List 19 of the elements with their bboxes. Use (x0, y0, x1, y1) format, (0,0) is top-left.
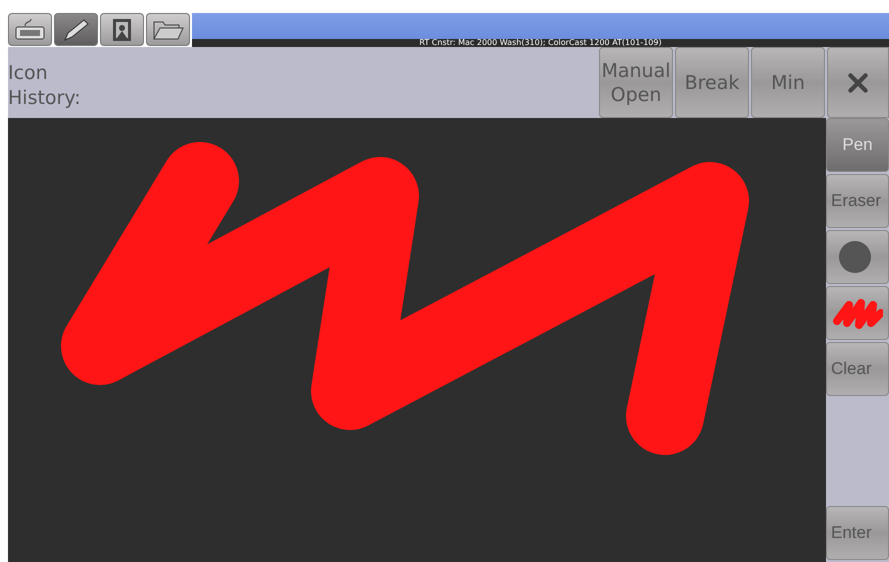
brush-size-button[interactable] (826, 230, 889, 284)
toolbar-tab[interactable] (100, 13, 144, 46)
toolbar-tab[interactable] (8, 13, 52, 46)
close-button[interactable] (827, 47, 889, 118)
drawing-canvas[interactable] (8, 118, 826, 562)
tool-button[interactable]: Eraser (826, 174, 889, 228)
keyboard-icon (13, 18, 47, 42)
tool-button[interactable]: Pen (826, 118, 889, 172)
status-text: RT Cnstr: Mac 2000 Wash(310); ColorCast 1200 AT(101-109) (419, 39, 662, 48)
header-button[interactable]: Manual Open (599, 47, 673, 118)
toolbar-tab[interactable] (146, 13, 190, 46)
ink-color-button[interactable] (826, 286, 889, 340)
header-button[interactable]: Break (675, 47, 749, 118)
circle-icon (839, 241, 871, 273)
header-button[interactable]: Min (751, 47, 825, 118)
header-label: Icon History: (8, 61, 82, 112)
toolbar-tab[interactable] (54, 13, 98, 46)
tool-button[interactable]: Clear (826, 342, 889, 396)
enter-button[interactable]: Enter (826, 506, 889, 560)
